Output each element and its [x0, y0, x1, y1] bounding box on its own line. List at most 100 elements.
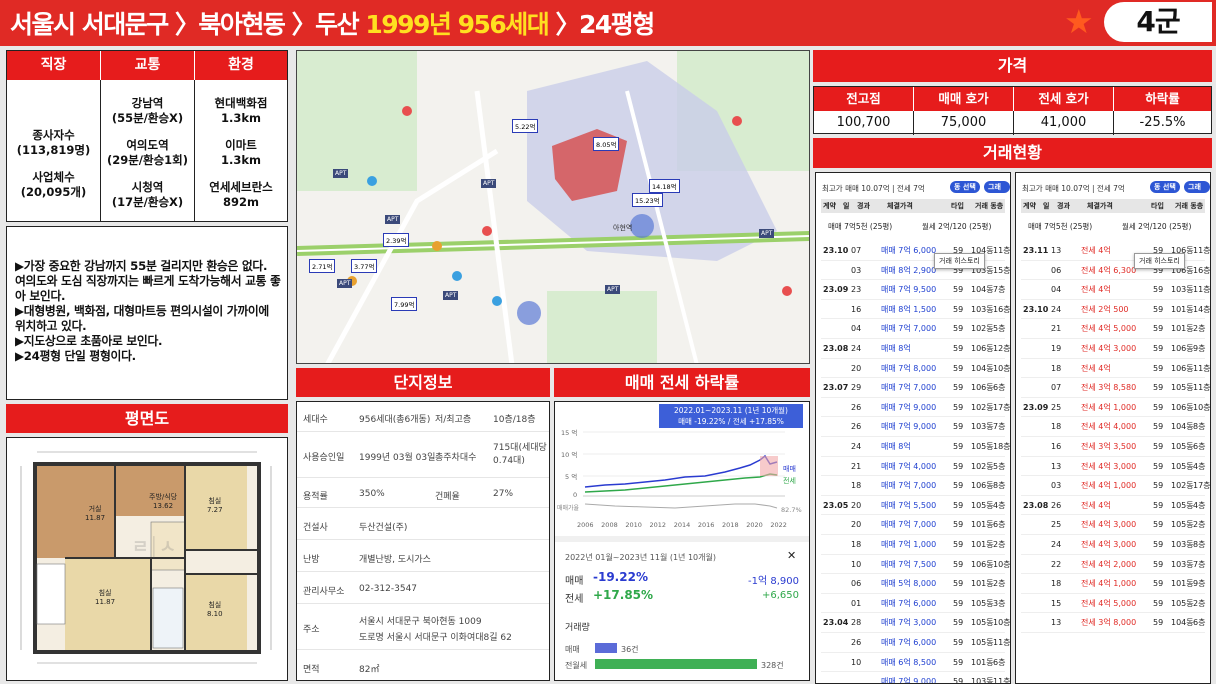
trade-price: 전세 4억 3,000	[1081, 461, 1137, 471]
trade-floor: 3층	[993, 598, 1006, 608]
trade-row[interactable]: 16 전세 3억 3,500 59 105동 6층	[1021, 437, 1205, 457]
trade-row[interactable]: 26 매매 7억 6,000 59 105동 11층	[821, 633, 1010, 653]
price-tag[interactable]: 15.23억	[632, 193, 663, 207]
apt-marker[interactable]: APT	[337, 279, 353, 288]
trade-row[interactable]: 23.08 24 매매 8억 59 106동 12층	[821, 339, 1010, 359]
apt-marker[interactable]: APT	[333, 169, 349, 178]
trade-row[interactable]: 10 매매 7억 7,500 59 106동 10층	[821, 555, 1010, 575]
trade-row[interactable]: 04 전세 4억 59 103동 11층	[1021, 280, 1210, 300]
trade-price: 전세 2억 500	[1081, 304, 1129, 314]
trade-dong: 105동	[1171, 500, 1194, 510]
trade-dong: 105동	[1171, 442, 1194, 451]
trade-row[interactable]: 19 전세 4억 3,000 59 106동 9층	[1021, 339, 1205, 359]
trade-type: 59	[953, 657, 964, 667]
trade-row[interactable]: 15 전세 4억 5,000 59 105동 2층	[1021, 594, 1205, 614]
type-select-sale[interactable]: 매매 7억5천 (25평)	[1028, 217, 1092, 237]
trade-type: 59	[953, 598, 964, 608]
trade-row[interactable]: 23.09 23 매매 7억 9,500 59 104동 7층	[821, 280, 1005, 300]
trade-row[interactable]: 23.09 25 전세 4억 1,000 59 106동 10층	[1021, 398, 1210, 418]
trade-day: 22	[1051, 559, 1062, 569]
dong-select-button[interactable]: 동 선택	[1150, 181, 1180, 193]
trade-row[interactable]: 20 매매 7억 7,000 59 101동 6층	[821, 515, 1005, 535]
price-header: 전세 호가	[1014, 87, 1114, 111]
trade-row[interactable]: 23.07 29 매매 7억 7,000 59 106동 6층	[821, 378, 1005, 398]
trade-row[interactable]: 26 매매 7억 9,000 59 103동 7층	[821, 417, 1005, 437]
x-tick: 2006	[577, 521, 594, 529]
trade-row[interactable]: 18 전세 4억 1,000 59 101동 9층	[1021, 574, 1205, 594]
price-tag[interactable]: 5.22억	[512, 119, 539, 133]
trade-row[interactable]: 10 매매 6억 8,500 59 101동 6층	[821, 653, 1005, 673]
close-icon[interactable]: ✕	[787, 549, 796, 562]
trade-price: 전세 3억 8,000	[1081, 618, 1137, 628]
price-tag[interactable]: 8.05억	[593, 137, 620, 151]
trade-row[interactable]: 13 전세 3억 8,000 59 104동 6층	[1021, 613, 1205, 633]
room-area: 8.10	[207, 610, 223, 618]
trade-row[interactable]: 18 매매 7억 7,000 59 106동 8층	[821, 476, 1005, 496]
trade-floor: 11층	[1193, 363, 1211, 373]
trade-row[interactable]: 23.04 28 매매 7억 3,000 59 105동 10층	[821, 613, 1010, 633]
trade-row[interactable]: 26 매매 7억 9,000 59 102동 17층	[821, 398, 1010, 418]
cx-value: 715대(세대당 0.74대)	[493, 443, 547, 466]
trade-row[interactable]: 03 전세 4억 1,000 59 102동 17층	[1021, 476, 1210, 496]
trade-price: 매매 7억 7,000	[881, 481, 937, 491]
trade-row[interactable]: 23.10 24 전세 2억 500 59 101동 14층	[1021, 300, 1210, 320]
graph-button[interactable]: 그래프	[1184, 181, 1210, 203]
trade-col-header: 거래 동층	[975, 202, 1004, 210]
trade-price: 매매 8억 1,500	[881, 304, 937, 314]
series-label: 매매	[783, 465, 796, 473]
price-tag[interactable]: 7.99억	[391, 297, 418, 311]
trade-type: 59	[1153, 442, 1164, 451]
price-tag[interactable]: 2.39억	[383, 233, 410, 247]
trade-row[interactable]: 23.08 26 전세 4억 59 105동 4층	[1021, 496, 1205, 516]
apt-marker[interactable]: APT	[605, 285, 621, 294]
type-select-sale[interactable]: 매매 7억5천 (25평)	[828, 217, 892, 237]
trade-row[interactable]: 20 매매 7억 8,000 59 104동 10층	[821, 359, 1010, 379]
trade-row[interactable]: 23.05 20 매매 7억 5,500 59 105동 4층	[821, 496, 1005, 516]
apt-marker[interactable]: APT	[443, 291, 459, 300]
price-tag[interactable]: 14.18억	[649, 179, 680, 193]
trade-row[interactable]: 21 전세 4억 5,000 59 101동 2층	[1021, 319, 1205, 339]
trade-dong: 105동	[1171, 383, 1194, 393]
trade-price: 매매 7억 9,500	[881, 285, 937, 295]
trade-month: 23.07	[823, 383, 849, 393]
trade-row[interactable]: 24 매매 8억 59 105동 18층	[821, 437, 1010, 457]
apt-marker[interactable]: APT	[481, 179, 497, 188]
trade-row[interactable]: 21 매매 7억 4,000 59 102동 5층	[821, 457, 1005, 477]
trade-row[interactable]: 07 전세 3억 8,580 59 105동 11층	[1021, 378, 1210, 398]
graph-button[interactable]: 그래프	[984, 181, 1010, 203]
work-text: 종사자수	[32, 128, 75, 142]
trade-row[interactable]: 04 매매 7억 7,000 59 102동 5층	[821, 319, 1005, 339]
dong-select-button[interactable]: 동 선택	[950, 181, 980, 193]
type-select-rent[interactable]: 월세 2억/120 (25평)	[1122, 217, 1191, 237]
trade-row[interactable]: 18 매매 7억 1,000 59 101동 2층	[821, 535, 1005, 555]
trade-price: 전세 4억	[1081, 246, 1111, 255]
trade-row[interactable]: 22 전세 4억 2,000 59 103동 7층	[1021, 555, 1205, 575]
trade-row[interactable]: 18 전세 4억 59 106동 11층	[1021, 359, 1210, 379]
map-canvas[interactable]	[297, 51, 810, 364]
apt-marker[interactable]: APT	[385, 215, 401, 224]
trade-day: 20	[851, 520, 862, 530]
trade-row[interactable]: 24 전세 4억 3,000 59 103동 8층	[1021, 535, 1205, 555]
trade-day: 04	[1051, 285, 1062, 295]
trade-col-header: 거래 동층	[1175, 202, 1204, 210]
lease-change: +6,650	[761, 590, 799, 601]
trade-price: 매매 7억 3,000	[881, 618, 937, 628]
location-map[interactable]: 5.22억 8.05억 14.18억 15.23억 2.71억 3.77억 2.…	[296, 50, 810, 364]
trade-row[interactable]: 13 전세 4억 3,000 59 105동 4층	[1021, 457, 1205, 477]
apt-marker[interactable]: APT	[759, 229, 775, 238]
trade-row[interactable]: 18 전세 4억 4,000 59 104동 8층	[1021, 417, 1205, 437]
trade-type: 59	[1153, 500, 1164, 510]
trade-day: 18	[1051, 363, 1062, 373]
lease-label: 전세	[565, 594, 584, 605]
trade-row[interactable]: 25 전세 4억 3,000 59 105동 2층	[1021, 515, 1205, 535]
trade-dong: 102동	[971, 402, 994, 412]
type-select-rent[interactable]: 월세 2억/120 (25평)	[922, 217, 991, 237]
price-tag[interactable]: 2.71억	[309, 259, 336, 273]
traffic-column: 강남역 (55분/환승X) 여의도역 (29분/환승1회) 시청역 (17분/환…	[101, 80, 195, 221]
price-tag[interactable]: 3.77억	[351, 259, 378, 273]
trade-row[interactable]: 06 매매 5억 8,000 59 101동 2층	[821, 574, 1005, 594]
trade-row[interactable]: 매매 7억 9,000 59 103동 11층	[821, 672, 1010, 683]
trade-row[interactable]: 01 매매 7억 6,000 59 105동 3층	[821, 594, 1005, 614]
room-bed1: 침실 7.27	[207, 496, 223, 514]
trade-row[interactable]: 16 매매 8억 1,500 59 103동 16층	[821, 300, 1010, 320]
